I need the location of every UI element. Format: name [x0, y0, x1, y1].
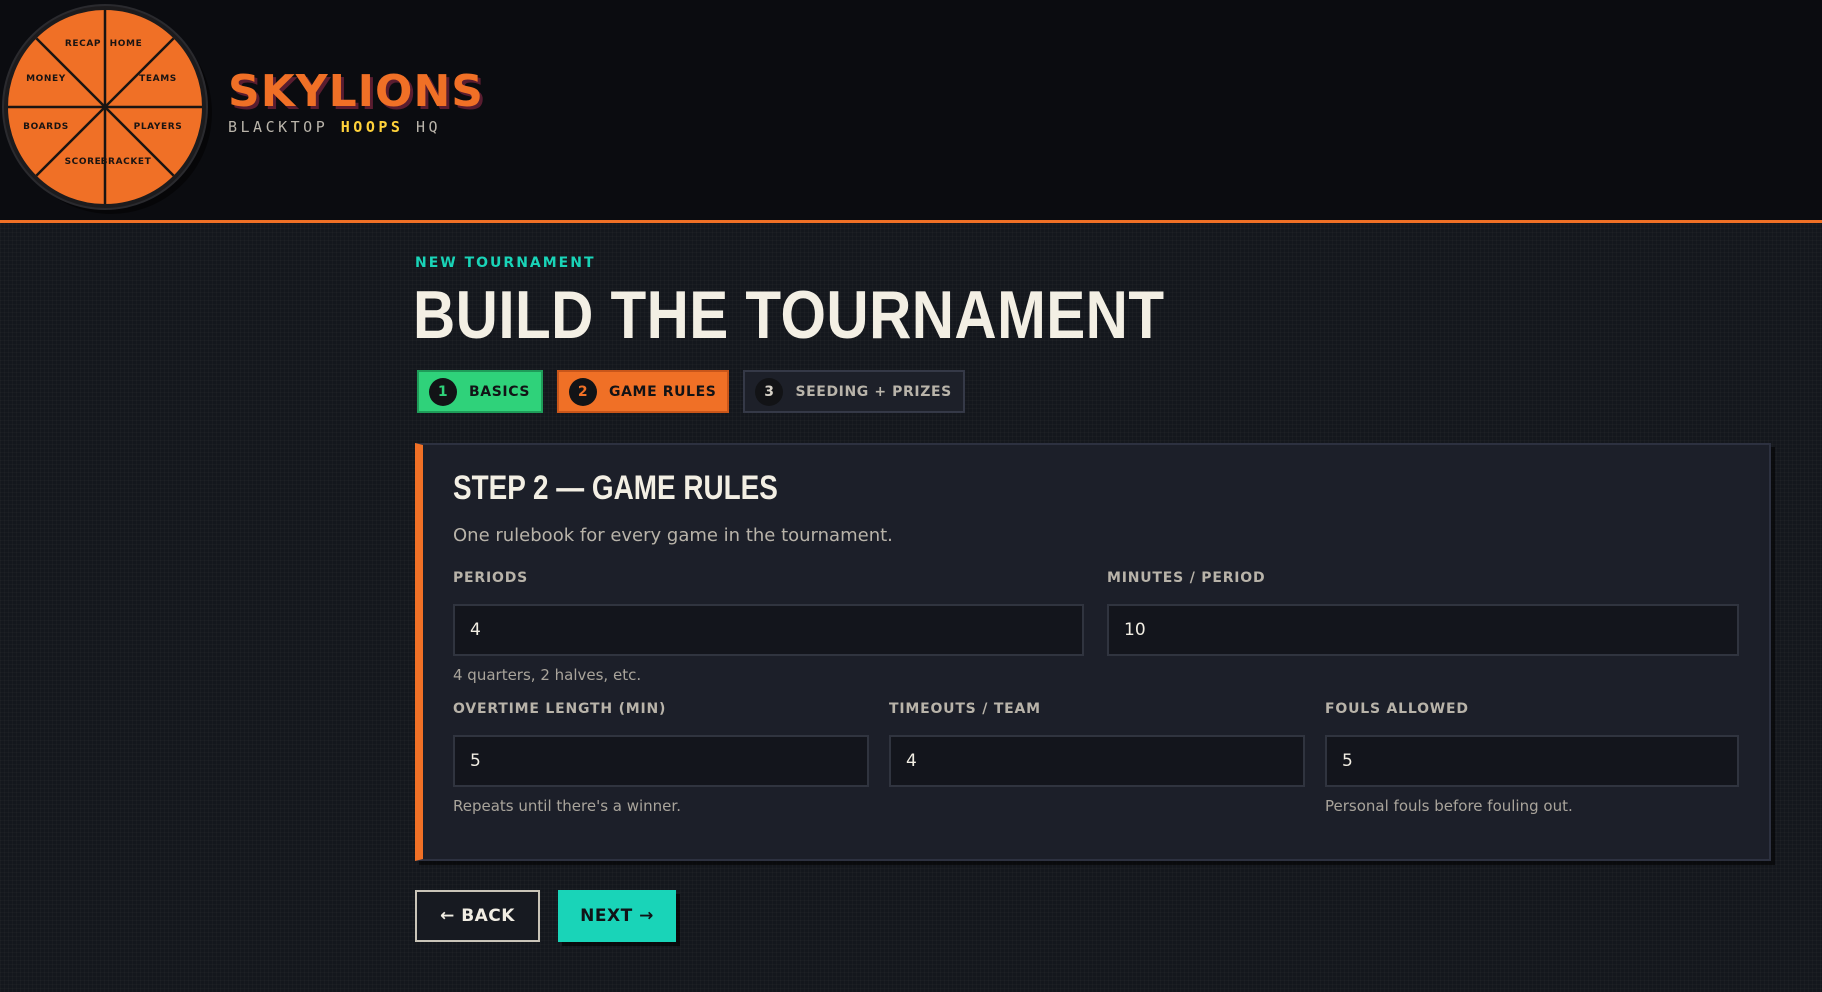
fouls-allowed-input[interactable]: 5 [1325, 735, 1739, 787]
timeouts-per-team-field: TIMEOUTS / TEAM 4 [889, 701, 1305, 787]
step-label: SEEDING + PRIZES [795, 383, 952, 400]
card-subtitle: One rulebook for every game in the tourn… [453, 525, 893, 546]
timeouts-per-team-input[interactable]: 4 [889, 735, 1305, 787]
step-number: 3 [755, 377, 784, 406]
game-rules-card: STEP 2 — GAME RULES One rulebook for eve… [415, 443, 1771, 861]
overtime-length-field: OVERTIME LENGTH (MIN) 5 Repeats until th… [453, 701, 869, 817]
brand-logo[interactable]: SKYLIONS BLACKTOP HOOPS HQ [228, 66, 484, 137]
periods-field: PERIODS 4 4 quarters, 2 halves, etc. [453, 570, 1084, 686]
fouls-allowed-hint: Personal fouls before fouling out. [1325, 797, 1573, 815]
nav-money[interactable]: MONEY [26, 74, 66, 84]
step-game-rules[interactable]: 2 GAME RULES [557, 370, 730, 413]
step-number: 1 [429, 377, 457, 406]
nav-bracket[interactable]: BRACKET [101, 157, 152, 167]
timeouts-per-team-label: TIMEOUTS / TEAM [889, 701, 1041, 717]
back-button[interactable]: ← BACK [415, 890, 540, 942]
page-title: BUILD THE TOURNAMENT [413, 277, 1165, 353]
minutes-per-period-input[interactable]: 10 [1107, 604, 1739, 656]
nav-home[interactable]: HOME [110, 39, 143, 49]
card-title: STEP 2 — GAME RULES [453, 469, 778, 507]
nav-wheel[interactable]: RECAP HOME MONEY TEAMS BOARDS PLAYERS SC… [4, 6, 206, 208]
page-eyebrow: NEW TOURNAMENT [415, 255, 596, 271]
step-seeding-prizes[interactable]: 3 SEEDING + PRIZES [743, 370, 965, 413]
brand-tagline: BLACKTOP HOOPS HQ [228, 118, 484, 136]
minutes-per-period-field: MINUTES / PERIOD 10 [1107, 570, 1739, 656]
tagline-highlight: HOOPS [340, 118, 404, 136]
tagline-suffix: HQ [403, 118, 442, 136]
top-header: RECAP HOME MONEY TEAMS BOARDS PLAYERS SC… [0, 0, 1822, 223]
nav-boards[interactable]: BOARDS [23, 122, 69, 132]
periods-label: PERIODS [453, 570, 529, 586]
nav-recap[interactable]: RECAP [65, 39, 101, 49]
nav-score[interactable]: SCORE [65, 157, 102, 167]
next-button[interactable]: NEXT → [558, 890, 676, 942]
fouls-allowed-label: FOULS ALLOWED [1325, 701, 1469, 717]
step-label: GAME RULES [609, 383, 717, 400]
tagline-prefix: BLACKTOP [228, 118, 341, 136]
basketball-icon [8, 10, 202, 204]
overtime-length-input[interactable]: 5 [453, 735, 869, 787]
brand-title: SKYLIONS [228, 66, 484, 117]
fouls-allowed-field: FOULS ALLOWED 5 Personal fouls before fo… [1325, 701, 1739, 817]
periods-input[interactable]: 4 [453, 604, 1084, 656]
minutes-per-period-label: MINUTES / PERIOD [1107, 570, 1266, 586]
overtime-length-hint: Repeats until there's a winner. [453, 797, 681, 815]
step-label: BASICS [469, 383, 531, 400]
nav-teams[interactable]: TEAMS [139, 74, 177, 84]
step-basics[interactable]: 1 BASICS [417, 370, 544, 413]
step-indicator: 1 BASICS 2 GAME RULES 3 SEEDING + PRIZES [417, 370, 965, 413]
periods-hint: 4 quarters, 2 halves, etc. [453, 666, 642, 684]
step-number: 2 [569, 377, 598, 406]
nav-players[interactable]: PLAYERS [134, 122, 183, 132]
overtime-length-label: OVERTIME LENGTH (MIN) [453, 701, 667, 717]
